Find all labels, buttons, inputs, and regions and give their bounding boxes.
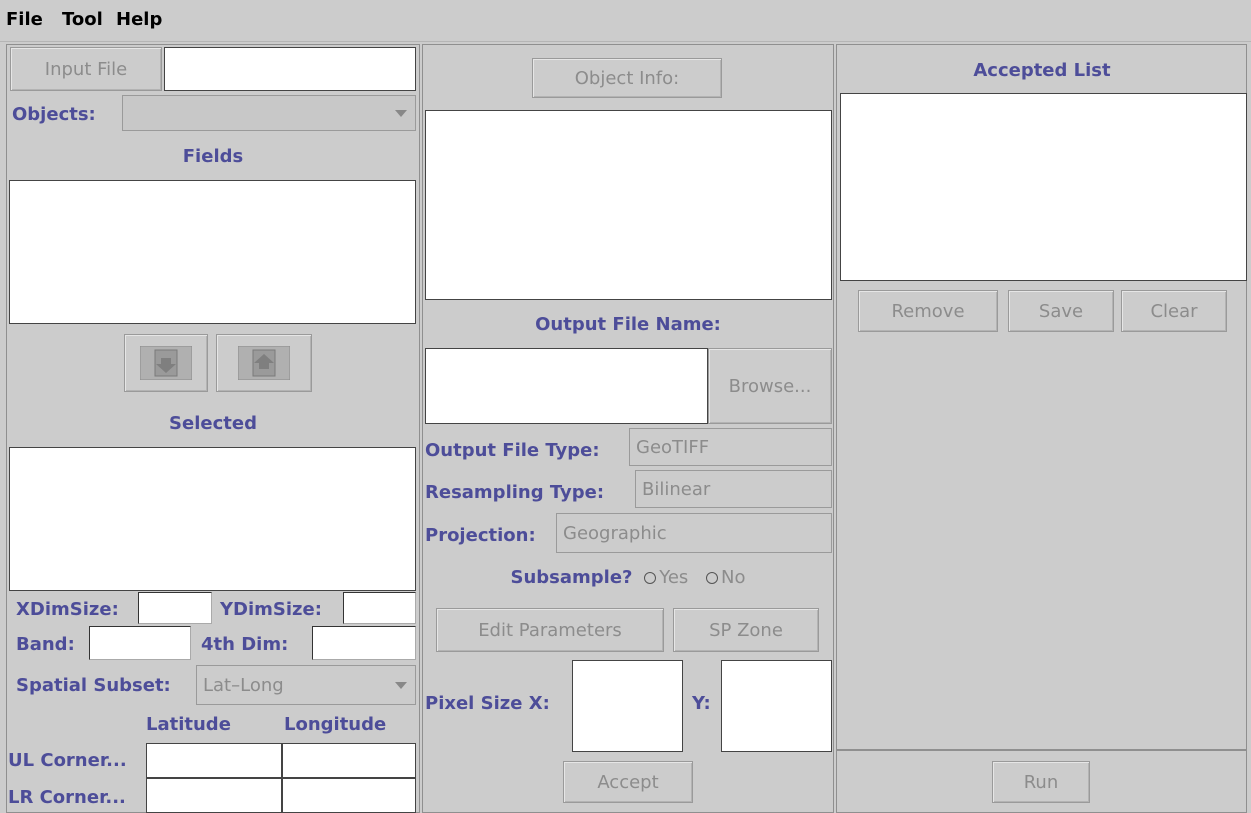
input-file-button[interactable]: Input File: [10, 47, 162, 91]
subsample-no-label: No: [721, 567, 746, 588]
fourth-dim-input[interactable]: [312, 626, 416, 660]
object-info-button[interactable]: Object Info:: [532, 58, 722, 98]
input-file-field[interactable]: [164, 47, 416, 91]
ydimsize-input[interactable]: [343, 592, 416, 624]
output-file-name-input[interactable]: [425, 348, 708, 424]
accept-button[interactable]: Accept: [563, 761, 693, 803]
run-button[interactable]: Run: [992, 761, 1090, 803]
edit-parameters-button[interactable]: Edit Parameters: [436, 608, 664, 652]
accepted-list-label: Accepted List: [973, 60, 1111, 81]
ul-corner-label: UL Corner...: [8, 750, 127, 771]
xdimsize-input[interactable]: [138, 592, 212, 624]
lr-latitude-input[interactable]: [146, 778, 282, 813]
subsample-row: Subsample? Yes No: [424, 569, 832, 587]
output-file-type-label: Output File Type:: [425, 440, 600, 461]
lr-longitude-input[interactable]: [282, 778, 416, 813]
object-info-area: [425, 110, 832, 300]
longitude-label: Longitude: [284, 714, 387, 735]
menu-bar: File Tool Help: [0, 0, 1251, 42]
subsample-no-radio[interactable]: [706, 572, 719, 584]
lr-corner-label: LR Corner...: [8, 787, 126, 808]
save-button[interactable]: Save: [1008, 290, 1114, 332]
ul-longitude-input[interactable]: [282, 743, 416, 778]
fields-list[interactable]: [9, 180, 416, 324]
chevron-down-icon: [395, 682, 407, 689]
arrow-down-icon: [140, 346, 192, 380]
output-file-name-label: Output File Name:: [535, 314, 721, 335]
subsample-label: Subsample?: [510, 567, 633, 588]
selected-list[interactable]: [9, 447, 416, 591]
spatial-subset-select[interactable]: Lat–Long: [196, 665, 416, 705]
menu-tool[interactable]: Tool: [62, 11, 103, 29]
projection-select[interactable]: Geographic: [556, 513, 832, 553]
browse-button[interactable]: Browse...: [708, 348, 832, 424]
resampling-type-select[interactable]: Bilinear: [635, 470, 832, 508]
menu-file[interactable]: File: [6, 11, 43, 29]
pixel-size-x-input[interactable]: [572, 660, 683, 752]
output-file-type-select[interactable]: GeoTIFF: [629, 428, 832, 466]
latitude-label: Latitude: [146, 714, 231, 735]
objects-select[interactable]: [122, 95, 416, 131]
objects-label: Objects:: [12, 104, 96, 125]
clear-button[interactable]: Clear: [1121, 290, 1227, 332]
pixel-size-y-input[interactable]: [721, 660, 832, 752]
resampling-type-label: Resampling Type:: [425, 482, 605, 503]
move-up-button[interactable]: [216, 334, 312, 392]
remove-button[interactable]: Remove: [858, 290, 998, 332]
pixel-size-x-label: Pixel Size X:: [425, 693, 550, 714]
spatial-subset-label: Spatial Subset:: [16, 675, 171, 696]
xdimsize-label: XDimSize:: [16, 599, 119, 620]
projection-label: Projection:: [425, 525, 536, 546]
subsample-yes-label: Yes: [659, 567, 689, 588]
pixel-size-y-label: Y:: [692, 693, 711, 714]
band-label: Band:: [16, 634, 75, 655]
ydimsize-label: YDimSize:: [220, 599, 322, 620]
accepted-list[interactable]: [840, 93, 1247, 281]
fields-label: Fields: [182, 146, 244, 167]
sp-zone-button[interactable]: SP Zone: [673, 608, 819, 652]
selected-label: Selected: [169, 413, 257, 434]
band-input[interactable]: [89, 626, 191, 660]
spatial-subset-value: Lat–Long: [203, 674, 284, 696]
ul-latitude-input[interactable]: [146, 743, 282, 778]
chevron-down-icon: [395, 110, 407, 117]
arrow-up-icon: [238, 346, 290, 380]
fourth-dim-label: 4th Dim:: [201, 634, 289, 655]
menu-help[interactable]: Help: [116, 11, 162, 29]
move-down-button[interactable]: [124, 334, 208, 392]
subsample-yes-radio[interactable]: [644, 572, 657, 584]
